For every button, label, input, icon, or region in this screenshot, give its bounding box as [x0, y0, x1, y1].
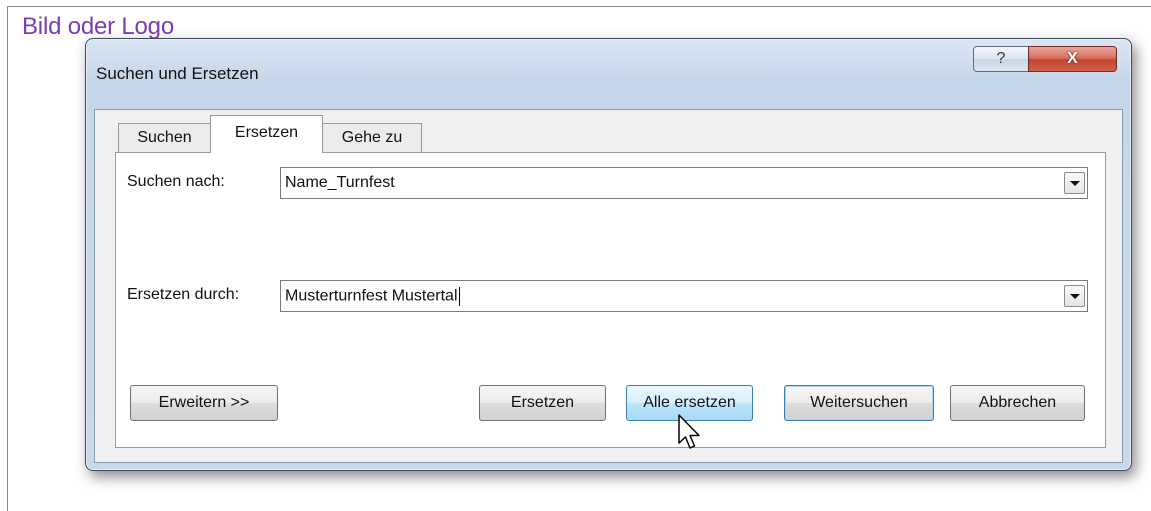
replace-dropdown-button[interactable]: [1064, 285, 1085, 307]
replace-tab-panel: Suchen nach: Name_Turnfest Ersetzen durc…: [115, 152, 1106, 448]
text-caret: [458, 287, 460, 306]
replace-combobox[interactable]: Musterturnfest Mustertal: [280, 280, 1088, 312]
replace-button[interactable]: Ersetzen: [479, 385, 606, 421]
close-button[interactable]: X: [1028, 46, 1117, 72]
find-next-button[interactable]: Weitersuchen: [784, 385, 934, 421]
search-dropdown-button[interactable]: [1064, 172, 1085, 194]
replace-button-label: Ersetzen: [510, 394, 575, 411]
mouse-pointer-icon: [678, 414, 700, 449]
close-icon: X: [1067, 50, 1078, 67]
tab-suchen-label: Suchen: [137, 129, 192, 146]
help-icon: ?: [996, 50, 1006, 67]
search-combobox[interactable]: Name_Turnfest: [280, 167, 1088, 199]
replace-value: Musterturnfest Mustertal: [285, 287, 458, 305]
dialog-client-area: Suchen Ersetzen Gehe zu Suchen nach: Nam…: [94, 109, 1123, 463]
chevron-down-icon: [1069, 293, 1080, 299]
find-replace-dialog: Suchen und Ersetzen ? X Suchen Ersetzen …: [85, 38, 1132, 471]
replace-value-wrap[interactable]: Musterturnfest Mustertal: [285, 287, 460, 306]
expand-button-label: Erweitern >>: [158, 394, 250, 411]
tab-ersetzen[interactable]: Ersetzen: [210, 115, 323, 153]
dialog-title: Suchen und Ersetzen: [96, 64, 259, 83]
tab-suchen[interactable]: Suchen: [118, 123, 211, 152]
cancel-button-label: Abbrechen: [978, 394, 1057, 411]
image-or-logo-label: Bild oder Logo: [22, 13, 174, 40]
search-value[interactable]: Name_Turnfest: [285, 174, 395, 192]
find-next-button-label: Weitersuchen: [810, 394, 908, 411]
search-label: Suchen nach:: [127, 173, 225, 190]
cancel-button[interactable]: Abbrechen: [950, 385, 1085, 421]
help-button[interactable]: ?: [973, 46, 1029, 72]
tab-gehe-zu[interactable]: Gehe zu: [322, 123, 422, 152]
tab-ersetzen-label: Ersetzen: [234, 124, 299, 141]
chevron-down-icon: [1069, 180, 1080, 186]
tab-gehe-zu-label: Gehe zu: [341, 129, 403, 146]
replace-all-button-label: Alle ersetzen: [643, 394, 736, 411]
replace-label: Ersetzen durch:: [127, 286, 240, 303]
expand-button[interactable]: Erweitern >>: [130, 385, 278, 421]
